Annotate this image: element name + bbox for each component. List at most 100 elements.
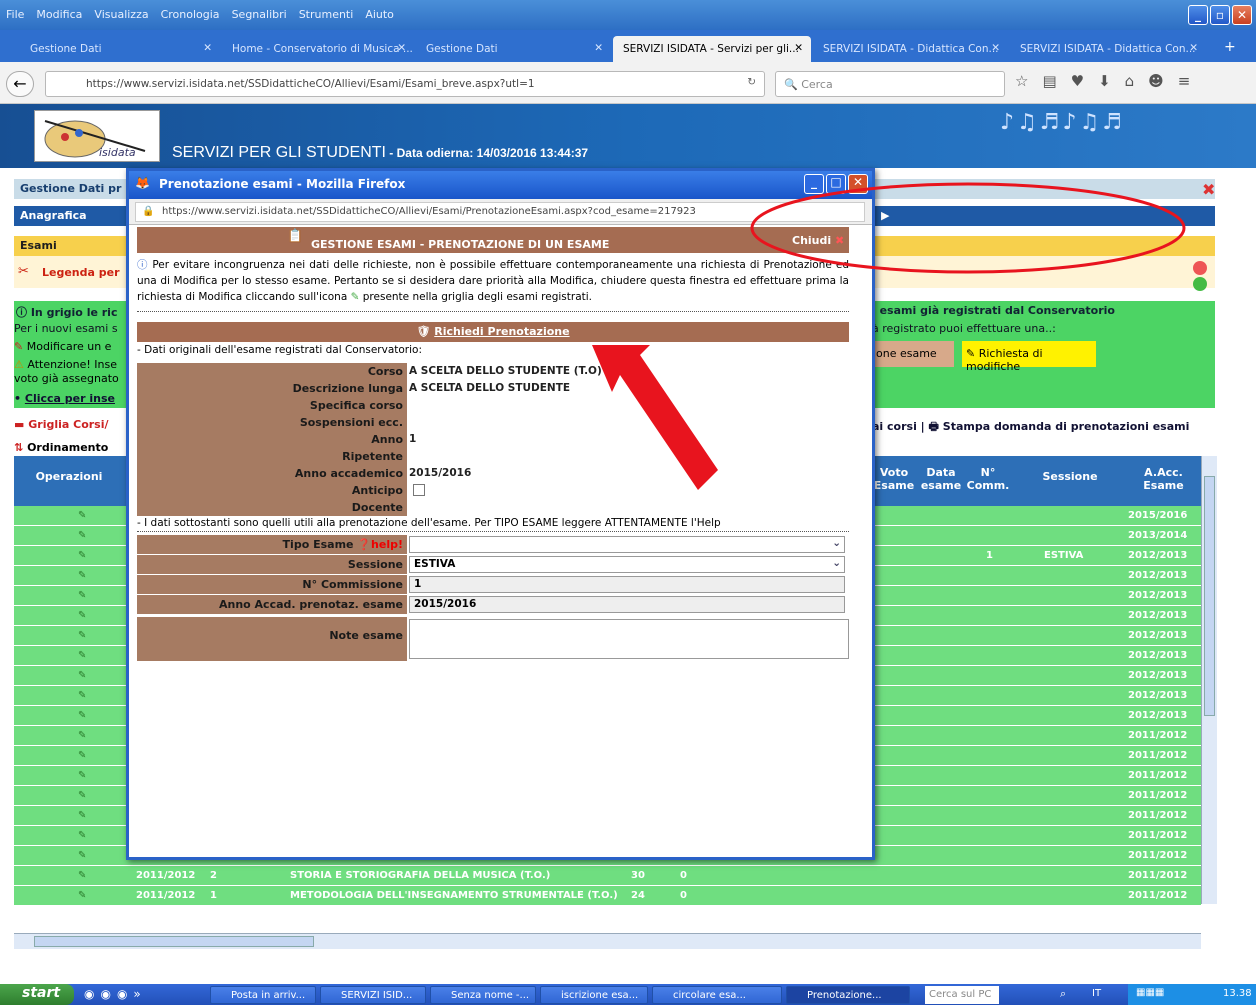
reload-icon[interactable]: ↻ [747,76,756,88]
chiudi-button[interactable]: Chiudi ✖ [792,234,844,247]
popup-url[interactable]: 🔒 https://www.servizi.isidata.net/SSDidat… [135,202,865,222]
edit-pencil-icon[interactable]: ✎ [78,570,86,581]
richiedi-prenotazione-link[interactable]: Richiedi Prenotazione [434,325,569,338]
language-indicator[interactable]: IT [1092,988,1101,999]
tipo-esame-select[interactable]: ⌄ [409,536,845,553]
task-senza-nome[interactable]: Senza nome -... [430,986,536,1004]
close-tab-icon[interactable]: ✕ [203,42,212,54]
per-nuovi-text: Per i nuovi esami s [14,322,118,335]
restore-icon[interactable]: ▫ [1210,5,1230,25]
legenda-label[interactable]: Legenda per [42,266,120,279]
edit-pencil-icon[interactable]: ✎ [78,710,86,721]
menu-cronologia[interactable]: Cronologia [155,0,226,29]
close-tab-icon[interactable]: ✕ [991,42,1000,54]
note-textarea[interactable] [409,619,849,659]
close-page-icon[interactable]: ✖ [1202,180,1215,199]
scroll-thumb[interactable] [1204,476,1215,716]
tab-servizi-isidata-active[interactable]: SERVIZI ISIDATA - Servizi per gli... ✕ [613,36,811,62]
search-input[interactable]: 🔍 Cerca [775,71,1005,97]
edit-pencil-icon[interactable]: ✎ [78,730,86,741]
edit-pencil-icon[interactable]: ✎ [78,550,86,561]
horizontal-scrollbar[interactable] [14,933,1201,949]
cerca-pc-input[interactable]: Cerca sul PC [925,986,999,1004]
col-aacc[interactable]: A.Acc. Esame [1126,466,1201,492]
edit-pencil-icon[interactable]: ✎ [78,650,86,661]
col-ncomm[interactable]: N° Comm. [966,466,1010,492]
prenotazione-esame-button[interactable]: one esame [872,341,954,367]
tray-icons[interactable]: ▦▦▦ [1136,987,1164,998]
task-posta[interactable]: Posta in arriv... [210,986,316,1004]
close-tab-icon[interactable]: ✕ [594,42,603,54]
arrow-right-icon[interactable]: ▶ [875,206,897,226]
edit-pencil-icon[interactable]: ✎ [78,810,86,821]
task-iscrizione[interactable]: iscrizione esa... [540,986,648,1004]
edit-pencil-icon[interactable]: ✎ [78,630,86,641]
ordinamento-control[interactable]: ⇅ Ordinamento [14,441,108,454]
quicklaunch-icons[interactable]: ◉◉◉» [84,987,147,1001]
clicca-link[interactable]: • Clicca per inse [14,392,115,405]
griglia-corsi-link[interactable]: ▬ Griglia Corsi/ [14,418,109,431]
start-label: start [22,985,61,1001]
task-servizi[interactable]: SERVIZI ISID... [320,986,426,1004]
col-sessione[interactable]: Sessione [1014,470,1126,483]
edit-pencil-icon[interactable]: ✎ [78,770,86,781]
menu-file[interactable]: File [0,0,30,29]
anno-accademico-cell: 2011/2012 [1128,830,1188,841]
close-tab-icon[interactable]: ✕ [794,42,803,54]
table-scrollbar[interactable] [1201,456,1217,904]
printer-icon: 🖶 [928,420,939,433]
menu-modifica[interactable]: Modifica [30,0,88,29]
chevron-down-icon: ⌄ [832,557,841,569]
tab-home-conservatorio[interactable]: Home - Conservatorio di Musica ... ✕ [222,36,414,62]
url-bar[interactable]: https://www.servizi.isidata.net/SSDidatt… [45,71,765,97]
edit-pencil-icon[interactable]: ✎ [78,750,86,761]
sessione-select[interactable]: ESTIVA ⌄ [409,556,845,573]
tab-gestione-dati-2[interactable]: Gestione Dati ✕ [416,36,611,62]
edit-pencil-icon[interactable]: ✎ [78,850,86,861]
menu-visualizza[interactable]: Visualizza [88,0,154,29]
start-button[interactable]: start [0,984,74,1005]
orig-field-row: Descrizione lunga A SCELTA DELLO STUDENTE [137,380,849,397]
close-icon[interactable]: ✕ [1232,5,1252,25]
stampa-link[interactable]: ai corsi | 🖶 Stampa domanda di prenotazi… [872,418,1189,437]
col-voto[interactable]: Voto Esame [872,466,916,492]
search-icon[interactable]: ⌕ [1060,987,1066,1001]
edit-pencil-icon[interactable]: ✎ [78,510,86,521]
edit-pencil-icon[interactable]: ✎ [78,610,86,621]
new-tab-icon[interactable]: + [1214,36,1244,62]
help-link[interactable]: help! [371,538,403,551]
edit-pencil-icon[interactable]: ✎ [78,790,86,801]
close-tab-icon[interactable]: ✕ [397,42,406,54]
h-scroll-thumb[interactable] [34,936,314,947]
task-circolare[interactable]: circolare esa... [652,986,782,1004]
edit-pencil-icon[interactable]: ✎ [78,670,86,681]
richiesta-modifiche-button[interactable]: ✎ Richiesta di modifiche [962,341,1096,373]
col-data[interactable]: Data esame [918,466,964,492]
toolbar-icons[interactable]: ☆▤♥⬇⌂☻≡ [1015,72,1204,90]
popup-close-icon[interactable]: ✕ [848,174,868,194]
scroll-arrows-icon[interactable] [1193,261,1207,291]
edit-pencil-icon[interactable]: ✎ [78,830,86,841]
anno-accademico-cell: 2012/2013 [1128,550,1188,561]
minimize-icon[interactable]: _ [1188,5,1208,25]
menu-strumenti[interactable]: Strumenti [293,0,360,29]
edit-pencil-icon[interactable]: ✎ [78,890,86,901]
col-operazioni[interactable]: Operazioni [14,470,124,483]
tab-gestione-dati-1[interactable]: Gestione Dati ✕ [20,36,220,62]
edit-pencil-icon[interactable]: ✎ [78,870,86,881]
anticipo-checkbox[interactable] [413,484,425,496]
tab-servizi-didattica-2[interactable]: SERVIZI ISIDATA - Didattica Con... ✕ [1010,36,1206,62]
edit-pencil-icon[interactable]: ✎ [78,590,86,601]
popup-maximize-icon[interactable]: □ [826,174,846,194]
back-icon[interactable]: ← [6,71,34,97]
close-tab-icon[interactable]: ✕ [1189,42,1198,54]
task-label: Posta in arriv... [231,990,306,1001]
menu-aiuto[interactable]: Aiuto [359,0,400,29]
tab-servizi-didattica-1[interactable]: SERVIZI ISIDATA - Didattica Con... ✕ [813,36,1008,62]
help-icon[interactable]: ❓ [357,538,371,551]
edit-pencil-icon[interactable]: ✎ [78,690,86,701]
task-prenotazione[interactable]: Prenotazione... [786,986,910,1004]
popup-minimize-icon[interactable]: _ [804,174,824,194]
menu-segnalibri[interactable]: Segnalibri [226,0,293,29]
edit-pencil-icon[interactable]: ✎ [78,530,86,541]
